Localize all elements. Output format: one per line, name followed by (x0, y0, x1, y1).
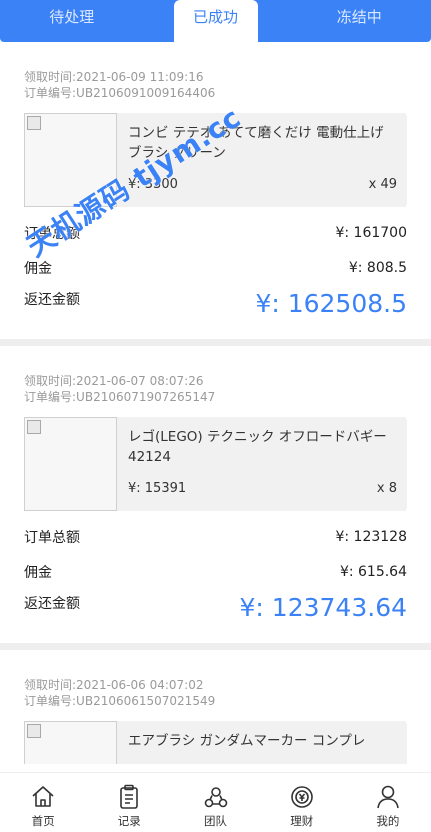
broken-image-icon (27, 420, 41, 434)
product-price: ¥: 3300 (128, 177, 178, 192)
order-total-row: 订单总额 ¥: 123128 (24, 528, 407, 546)
nav-home-label: 首页 (31, 814, 55, 828)
return-row: 返还金额 ¥: 162508.5 (24, 289, 407, 318)
product-name: コンビ テテオ あてて磨くだけ 電動仕上げブラシ グリーン (128, 125, 384, 161)
nav-home[interactable]: 首页 (0, 773, 86, 832)
product-image (24, 417, 117, 511)
return-row: 返还金额 ¥: 123743.64 (24, 593, 407, 622)
order-total-label: 订单总额 (24, 226, 80, 242)
status-tabs: 待处理 已成功 冻结中 (0, 0, 431, 42)
commission-row: 佣金 ¥: 808.5 (24, 259, 407, 277)
nav-records-label: 记录 (117, 814, 141, 828)
broken-image-icon (27, 724, 41, 738)
order-time: 领取时间:2021-06-06 04:07:02 (24, 678, 204, 692)
user-icon (377, 785, 399, 809)
product-card[interactable]: エアブラシ ガンダムマーカー コンプレ (24, 721, 407, 764)
order-number: 订单编号:UB2106071907265147 (24, 390, 216, 404)
home-icon (32, 786, 54, 807)
order-total-label: 订单总额 (24, 530, 80, 546)
nav-mine[interactable]: 我的 (345, 773, 431, 832)
bottom-nav: 首页 记录 团队 理财 我的 (0, 772, 431, 832)
commission-row: 佣金 ¥: 615.64 (24, 563, 407, 581)
return-label: 返还金额 (24, 292, 80, 308)
order-card: 领取时间:2021-06-09 11:09:16 订单编号:UB21060910… (0, 42, 431, 339)
tab-pending[interactable]: 待处理 (0, 0, 144, 42)
order-number: 订单编号:UB2106091009164406 (24, 86, 216, 100)
order-card: 领取时间:2021-06-06 04:07:02 订单编号:UB21060615… (0, 643, 431, 764)
product-image (24, 721, 117, 764)
broken-image-icon (27, 116, 41, 130)
order-total-value: ¥: 161700 (335, 225, 407, 241)
finance-icon (290, 786, 313, 808)
nav-team[interactable]: 团队 (172, 773, 258, 832)
nav-records[interactable]: 记录 (86, 773, 172, 832)
team-icon (204, 787, 227, 808)
tab-success[interactable]: 已成功 (173, 0, 258, 42)
order-total-row: 订单总额 ¥: 161700 (24, 224, 407, 242)
nav-finance[interactable]: 理财 (259, 773, 345, 832)
product-name: レゴ(LEGO) テクニック オフロードバギー 42124 (128, 429, 387, 465)
return-label: 返还金额 (24, 596, 80, 612)
nav-finance-label: 理财 (290, 814, 314, 828)
return-value: ¥: 162508.5 (255, 289, 407, 318)
nav-team-label: 团队 (204, 814, 227, 828)
return-value: ¥: 123743.64 (239, 593, 407, 622)
tab-frozen[interactable]: 冻结中 (288, 0, 431, 42)
product-price: ¥: 15391 (128, 481, 187, 496)
product-image (24, 113, 117, 207)
product-qty: x 49 (368, 177, 397, 192)
commission-value: ¥: 808.5 (348, 260, 407, 276)
product-card[interactable]: レゴ(LEGO) テクニック オフロードバギー 42124 ¥: 15391 x… (24, 417, 407, 511)
commission-value: ¥: 615.64 (339, 564, 407, 580)
order-number: 订单编号:UB2106061507021549 (24, 694, 216, 708)
clipboard-icon (120, 784, 139, 809)
order-time: 领取时间:2021-06-09 11:09:16 (24, 70, 204, 84)
order-list[interactable]: 领取时间:2021-06-09 11:09:16 订单编号:UB21060910… (0, 42, 431, 764)
product-qty: x 8 (376, 481, 397, 496)
commission-label: 佣金 (24, 565, 52, 581)
product-card[interactable]: コンビ テテオ あてて磨くだけ 電動仕上げブラシ グリーン ¥: 3300 x … (24, 113, 407, 207)
commission-label: 佣金 (24, 261, 52, 277)
nav-mine-label: 我的 (376, 814, 400, 828)
order-time: 领取时间:2021-06-07 08:07:26 (24, 374, 204, 388)
order-card: 领取时间:2021-06-07 08:07:26 订单编号:UB21060719… (0, 339, 431, 643)
order-total-value: ¥: 123128 (335, 529, 407, 545)
product-name: エアブラシ ガンダムマーカー コンプレ (128, 733, 366, 749)
